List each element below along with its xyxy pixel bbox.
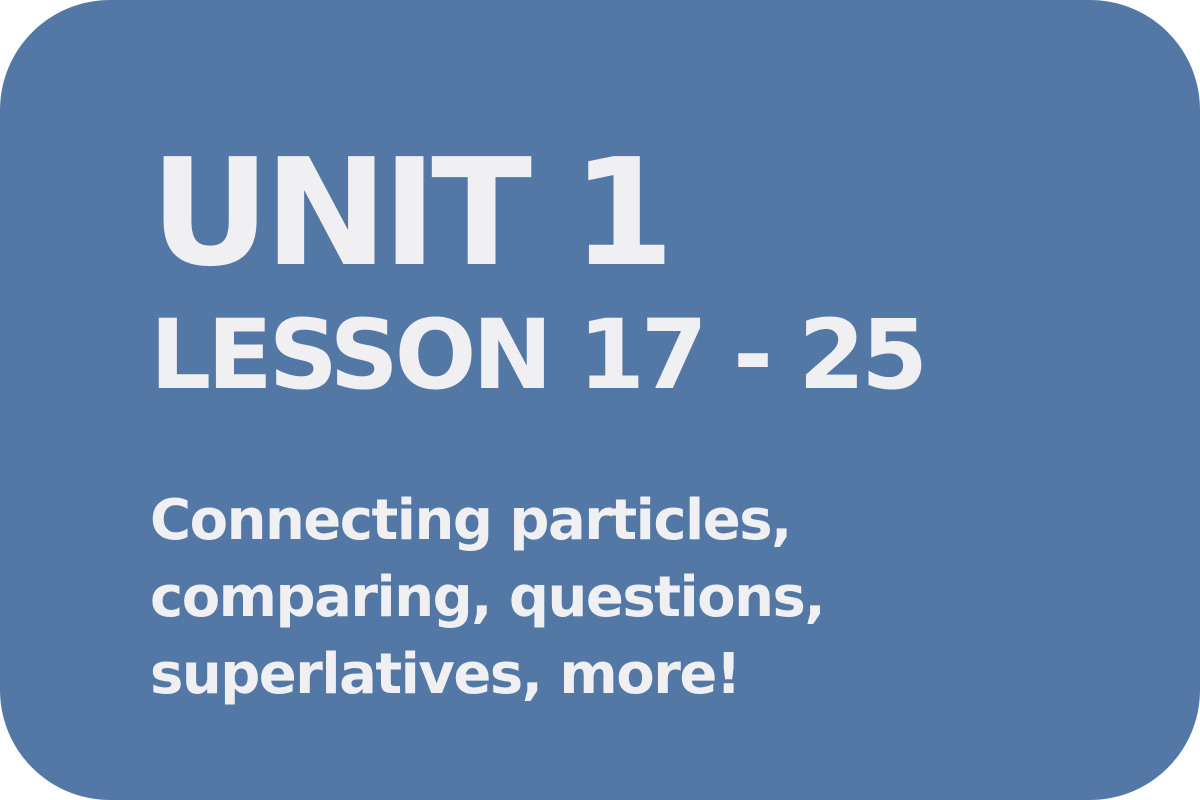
unit-title: UNIT 1 [150,127,675,299]
description-line: superlatives, more! [150,642,741,707]
unit-card: UNIT 1 LESSON 17 - 25 Connecting particl… [0,0,1200,800]
lesson-range: LESSON 17 - 25 [150,299,928,411]
unit-description: Connecting particles, comparing, questio… [150,482,1050,713]
description-line: comparing, questions, [150,565,826,630]
description-line: Connecting particles, [150,488,792,553]
